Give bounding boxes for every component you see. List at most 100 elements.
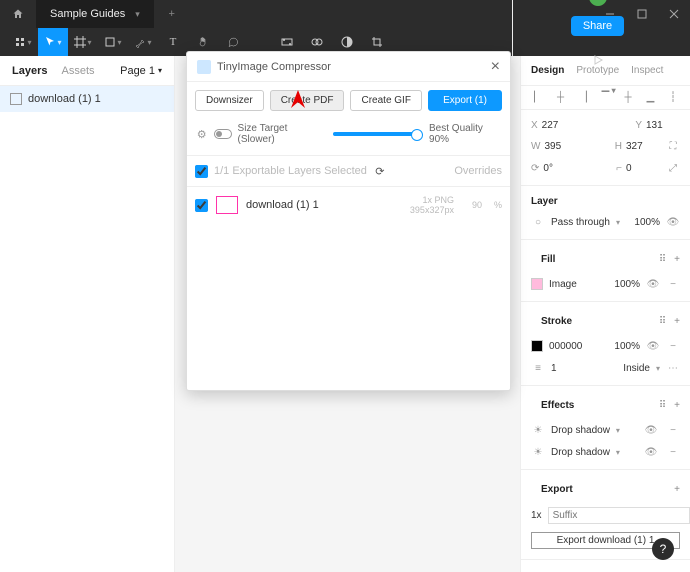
shape-tool[interactable]: ▾ bbox=[98, 28, 128, 56]
settings-icon[interactable]: ⚙ bbox=[195, 127, 208, 141]
tab-inspect[interactable]: Inspect bbox=[631, 65, 663, 76]
quality-label: Best Quality 90% bbox=[429, 123, 502, 145]
align-left-icon[interactable]: ▏ bbox=[531, 92, 545, 103]
pen-tool[interactable]: ▾ bbox=[128, 28, 158, 56]
export-suffix[interactable] bbox=[548, 507, 690, 524]
export-scale[interactable]: 1x bbox=[531, 510, 542, 521]
add-fill-icon[interactable]: + bbox=[674, 254, 680, 265]
stroke-opacity[interactable]: 100% bbox=[614, 341, 640, 352]
stroke-style-icon[interactable]: ⠿ bbox=[659, 316, 666, 327]
align-bar: ▏ ┼ ▕ ▔ ┼ ▁ ┆ bbox=[521, 86, 690, 110]
y-field[interactable] bbox=[646, 120, 680, 131]
downsizer-button[interactable]: Downsizer bbox=[195, 90, 264, 111]
page-selector[interactable]: Page 1▾ bbox=[120, 65, 162, 77]
size-target-toggle[interactable] bbox=[214, 129, 231, 139]
size-target-label: Size Target (Slower) bbox=[238, 123, 323, 145]
stroke-position[interactable]: Inside bbox=[623, 363, 650, 374]
select-all-checkbox[interactable] bbox=[195, 165, 208, 178]
align-right-icon[interactable]: ▕ bbox=[576, 92, 590, 103]
frame-icon bbox=[10, 93, 22, 105]
stroke-more-icon[interactable]: ⋯ bbox=[666, 361, 680, 375]
tab-layers[interactable]: Layers bbox=[12, 65, 47, 77]
layer-name: download (1) 1 bbox=[28, 93, 101, 105]
move-tool[interactable]: ▾ bbox=[38, 28, 68, 56]
layer-row[interactable]: download (1) 1 bbox=[0, 86, 174, 112]
export-item-row: download (1) 1 1x PNG 395x327px 90% bbox=[187, 187, 510, 223]
share-button[interactable]: Share bbox=[571, 16, 624, 36]
w-field[interactable] bbox=[544, 141, 578, 152]
overrides-label[interactable]: Overrides bbox=[454, 165, 502, 177]
item-dims: 395x327px bbox=[410, 205, 454, 215]
eye-icon[interactable]: 👁 bbox=[644, 423, 658, 437]
eye-icon[interactable]: 👁 bbox=[646, 339, 660, 353]
stroke-swatch[interactable] bbox=[531, 340, 543, 352]
remove-effect-icon[interactable]: − bbox=[666, 445, 680, 459]
x-field[interactable] bbox=[542, 120, 576, 131]
add-export-icon[interactable]: + bbox=[674, 484, 680, 495]
create-pdf-button[interactable]: Create PDF bbox=[270, 90, 345, 111]
item-thumbnail bbox=[216, 196, 238, 214]
select-all-label: 1/1 Exportable Layers Selected bbox=[214, 165, 367, 177]
align-hcenter-icon[interactable]: ┼ bbox=[554, 92, 568, 103]
eye-icon[interactable]: 👁 bbox=[646, 277, 660, 291]
section-effects-title: Effects bbox=[531, 396, 584, 415]
item-qty-a: 90 bbox=[472, 200, 482, 210]
effects-style-icon[interactable]: ⠿ bbox=[659, 400, 666, 411]
export-button-modal[interactable]: Export (1) bbox=[428, 90, 502, 111]
modal-title: TinyImage Compressor bbox=[217, 61, 331, 73]
file-tab-title: Sample Guides bbox=[50, 8, 125, 20]
expand-icon[interactable]: ⤢ bbox=[666, 161, 680, 175]
stroke-hex[interactable]: 000000 bbox=[549, 341, 582, 352]
align-bottom-icon[interactable]: ▁ bbox=[644, 92, 658, 103]
fill-opacity[interactable]: 100% bbox=[614, 279, 640, 290]
distribute-icon[interactable]: ┆ bbox=[666, 92, 680, 103]
fill-type[interactable]: Image bbox=[549, 279, 577, 290]
present-button[interactable] bbox=[583, 46, 613, 74]
chevron-down-icon: ▾ bbox=[135, 9, 140, 20]
align-top-icon[interactable]: ▔ bbox=[599, 92, 613, 103]
blend-mode[interactable]: Pass through bbox=[551, 217, 610, 228]
effect-icon[interactable]: ☀ bbox=[531, 423, 545, 437]
add-stroke-icon[interactable]: + bbox=[674, 316, 680, 327]
add-effect-icon[interactable]: + bbox=[674, 400, 680, 411]
fill-style-icon[interactable]: ⠿ bbox=[659, 254, 666, 265]
create-gif-button[interactable]: Create GIF bbox=[350, 90, 421, 111]
h-field[interactable] bbox=[626, 141, 660, 152]
file-tab[interactable]: Sample Guides ▾ bbox=[36, 0, 154, 28]
eye-icon[interactable]: 👁 bbox=[644, 445, 658, 459]
new-tab-button[interactable]: + bbox=[160, 2, 184, 26]
effect-2[interactable]: Drop shadow bbox=[551, 447, 610, 458]
eye-icon[interactable]: 👁 bbox=[666, 215, 680, 229]
effect-1[interactable]: Drop shadow bbox=[551, 425, 610, 436]
quality-slider[interactable] bbox=[333, 132, 419, 136]
remove-effect-icon[interactable]: − bbox=[666, 423, 680, 437]
section-stroke-title: Stroke bbox=[531, 312, 582, 331]
stroke-width[interactable]: 1 bbox=[551, 363, 557, 374]
close-modal-button[interactable]: × bbox=[491, 59, 500, 75]
refresh-icon[interactable]: ⟳ bbox=[373, 164, 387, 178]
avatar-initial: A bbox=[594, 0, 601, 3]
radius-field[interactable] bbox=[626, 163, 660, 174]
text-tool[interactable]: T bbox=[158, 28, 188, 56]
item-format: 1x PNG bbox=[410, 195, 454, 205]
avatar[interactable]: A bbox=[589, 0, 607, 6]
left-panel: Layers Assets Page 1▾ download (1) 1 bbox=[0, 56, 175, 572]
layer-opacity[interactable]: 100% bbox=[634, 217, 660, 228]
remove-fill-icon[interactable]: − bbox=[666, 277, 680, 291]
annotation-arrow bbox=[290, 90, 306, 130]
fill-swatch[interactable] bbox=[531, 278, 543, 290]
frame-tool[interactable]: ▾ bbox=[68, 28, 98, 56]
home-icon[interactable] bbox=[12, 8, 24, 20]
tab-assets[interactable]: Assets bbox=[61, 65, 94, 77]
align-vcenter-icon[interactable]: ┼ bbox=[621, 92, 635, 103]
effect-icon[interactable]: ☀ bbox=[531, 445, 545, 459]
help-button[interactable]: ? bbox=[652, 538, 674, 560]
remove-stroke-icon[interactable]: − bbox=[666, 339, 680, 353]
section-fill-title: Fill bbox=[531, 250, 565, 269]
tab-design[interactable]: Design bbox=[531, 65, 564, 76]
menu-button[interactable]: ▾ bbox=[8, 28, 38, 56]
item-checkbox[interactable] bbox=[195, 199, 208, 212]
rotation-field[interactable] bbox=[543, 163, 577, 174]
link-dims-icon[interactable]: ⛶ bbox=[666, 139, 680, 153]
section-layer-title: Layer bbox=[521, 192, 690, 211]
